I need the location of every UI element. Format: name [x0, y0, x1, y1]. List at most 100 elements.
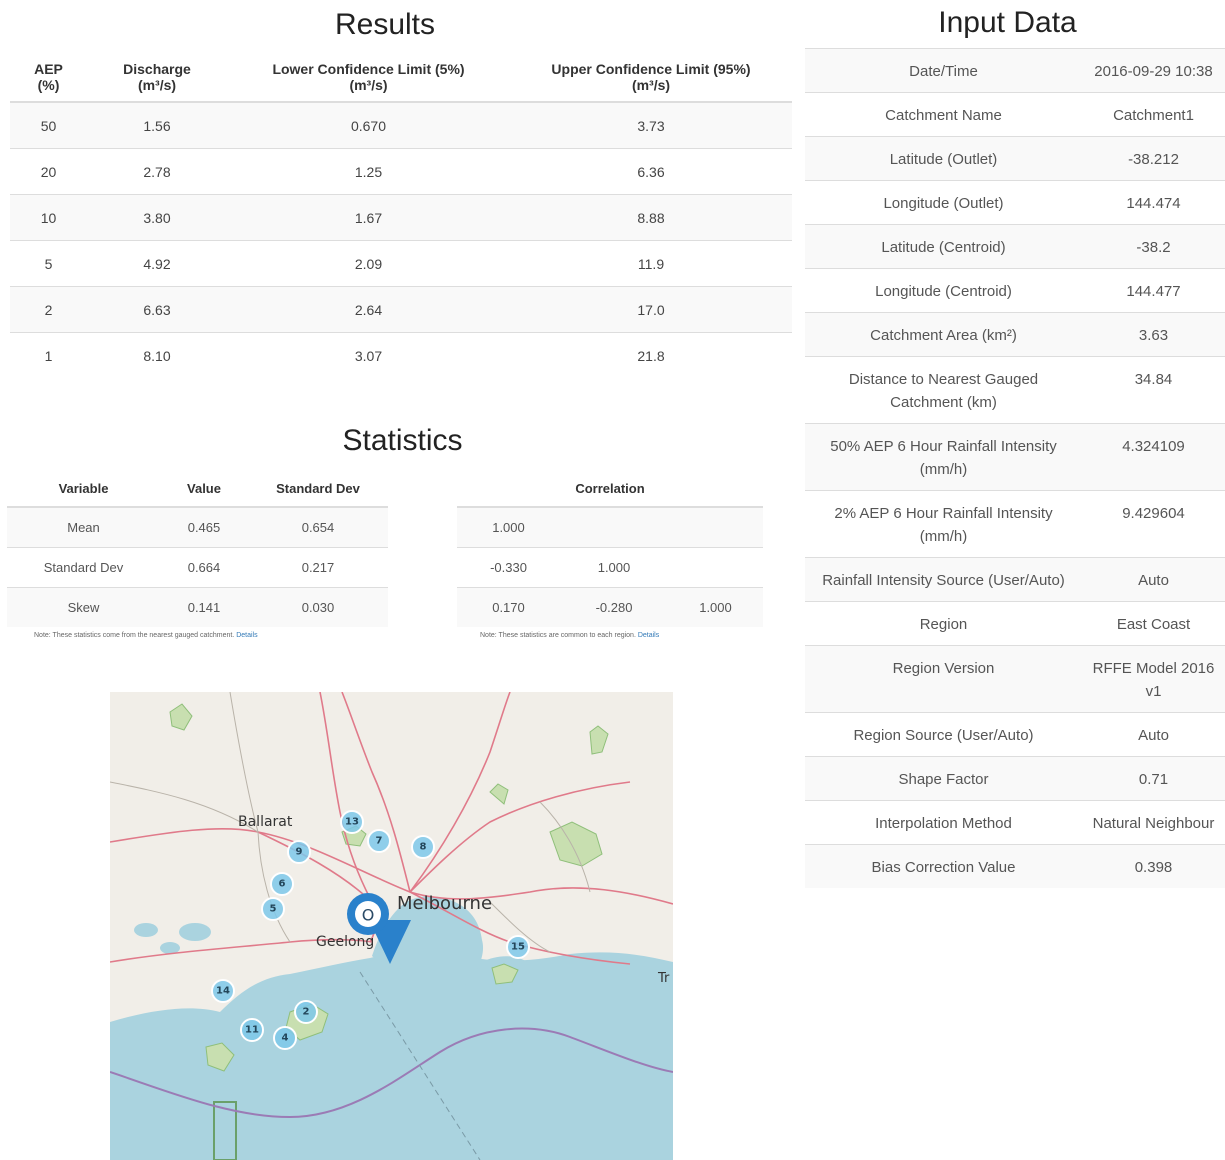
cell: 0.170 — [457, 587, 560, 627]
cell: 0.030 — [248, 587, 388, 627]
correlation-details-link[interactable]: Details — [638, 632, 659, 639]
gauge-marker[interactable]: 8 — [411, 835, 435, 859]
cell: 3.80 — [87, 194, 227, 241]
input-label: Region Version — [805, 645, 1082, 713]
svg-text:11: 11 — [245, 1025, 259, 1036]
gauge-marker[interactable]: 14 — [211, 979, 235, 1003]
input-value: RFFE Model 2016 v1 — [1082, 645, 1225, 713]
gauge-marker[interactable]: 4 — [273, 1026, 297, 1050]
cell: 3.07 — [227, 332, 510, 378]
table-row: Longitude (Centroid) 144.477 — [805, 268, 1225, 313]
catchment-map[interactable]: Ballarat Melbourne Geelong Tr 13 7 9 8 6… — [110, 692, 673, 1160]
cell: -0.330 — [457, 547, 560, 588]
cell: 2.09 — [227, 240, 510, 287]
table-row: Catchment Area (km²) 3.63 — [805, 312, 1225, 357]
table-row: Catchment Name Catchment1 — [805, 92, 1225, 137]
cell: 1.000 — [668, 587, 763, 627]
statistics-header-row: Variable Value Standard Dev — [7, 470, 388, 508]
gauge-marker[interactable]: 2 — [294, 1000, 318, 1024]
gauge-marker[interactable]: 11 — [240, 1018, 264, 1042]
table-row: Latitude (Centroid) -38.2 — [805, 224, 1225, 269]
statistics-details-link[interactable]: Details — [236, 632, 257, 639]
table-row: 10 3.80 1.67 8.88 — [10, 194, 792, 241]
cell: 2.64 — [227, 286, 510, 333]
input-label: Catchment Name — [805, 92, 1082, 137]
gauge-marker[interactable]: 7 — [367, 829, 391, 853]
input-value: 0.398 — [1082, 844, 1225, 888]
table-row: Rainfall Intensity Source (User/Auto) Aut… — [805, 557, 1225, 602]
input-value: Auto — [1082, 557, 1225, 602]
cell: 1.67 — [227, 194, 510, 241]
cell: 8.88 — [510, 194, 792, 241]
cell: 4.92 — [87, 240, 227, 287]
table-row: Region Version RFFE Model 2016 v1 — [805, 645, 1225, 713]
svg-text:O: O — [362, 906, 375, 925]
table-row: Region Source (User/Auto) Auto — [805, 712, 1225, 757]
statistics-table: Variable Value Standard Dev Mean 0.465 0.6… — [7, 470, 388, 627]
cell — [668, 547, 763, 588]
input-label: Longitude (Outlet) — [805, 180, 1082, 225]
table-row: 50 1.56 0.670 3.73 — [10, 101, 792, 149]
table-row: Latitude (Outlet) -38.212 — [805, 136, 1225, 181]
input-label: Shape Factor — [805, 756, 1082, 801]
correlation-header-row: Correlation — [457, 470, 763, 508]
table-row: 1 8.10 3.07 21.8 — [10, 332, 792, 378]
table-row: Interpolation Method Natural Neighbour — [805, 800, 1225, 845]
input-label: Catchment Area (km²) — [805, 312, 1082, 357]
gauge-marker[interactable]: 13 — [340, 810, 364, 834]
cell: 0.217 — [248, 547, 388, 588]
input-label: Latitude (Centroid) — [805, 224, 1082, 269]
cell — [668, 506, 763, 548]
table-row: Longitude (Outlet) 144.474 — [805, 180, 1225, 225]
input-label: Region Source (User/Auto) — [805, 712, 1082, 757]
statistics-title: Statistics — [342, 424, 463, 457]
table-row: -0.330 1.000 — [457, 547, 763, 588]
cell: 17.0 — [510, 286, 792, 333]
place-ballarat: Ballarat — [238, 814, 293, 830]
table-row: Region East Coast — [805, 601, 1225, 646]
lake — [134, 923, 158, 937]
cell: 2.78 — [87, 148, 227, 195]
cell: 1.25 — [227, 148, 510, 195]
cell: Standard Dev — [7, 547, 160, 588]
col-aep: AEP (%) — [10, 55, 87, 103]
map-canvas[interactable]: Ballarat Melbourne Geelong Tr 13 7 9 8 6… — [110, 692, 673, 1160]
col-value: Value — [160, 470, 248, 508]
input-value: -38.212 — [1082, 136, 1225, 181]
place-melbourne: Melbourne — [397, 893, 492, 914]
cell: 2 — [10, 286, 87, 333]
svg-text:8: 8 — [420, 842, 427, 853]
input-label: Date/Time — [805, 48, 1082, 93]
cell: 3.73 — [510, 101, 792, 149]
results-header-row: AEP (%) Discharge (m³/s) Lower Confidence … — [10, 55, 792, 103]
lake — [179, 923, 211, 941]
statistics-note: Note: These statistics come from the nea… — [34, 632, 258, 639]
table-row: Date/Time 2016-09-29 10:38 — [805, 48, 1225, 93]
col-upper-limit: Upper Confidence Limit (95%) (m³/s) — [510, 55, 792, 103]
col-correlation: Correlation — [457, 470, 763, 508]
col-discharge: Discharge (m³/s) — [87, 55, 227, 103]
input-value: 34.84 — [1082, 356, 1225, 424]
cell: 21.8 — [510, 332, 792, 378]
cell: 0.664 — [160, 547, 248, 588]
input-label: Rainfall Intensity Source (User/Auto) — [805, 557, 1082, 602]
gauge-marker[interactable]: 15 — [506, 935, 530, 959]
cell: 6.63 — [87, 286, 227, 333]
input-value: 9.429604 — [1082, 490, 1225, 558]
svg-text:6: 6 — [279, 879, 286, 890]
input-value: 144.477 — [1082, 268, 1225, 313]
gauge-marker[interactable]: 5 — [261, 897, 285, 921]
table-row: 50% AEP 6 Hour Rainfall Intensity (mm/h)… — [805, 423, 1225, 491]
col-variable: Variable — [7, 470, 160, 508]
correlation-note: Note: These statistics are common to eac… — [480, 632, 660, 639]
gauge-marker[interactable]: 9 — [287, 840, 311, 864]
gauge-marker[interactable]: 6 — [270, 872, 294, 896]
input-value: East Coast — [1082, 601, 1225, 646]
place-edge: Tr — [657, 971, 670, 986]
results-table: AEP (%) Discharge (m³/s) Lower Confidence … — [10, 55, 792, 378]
input-value: 3.63 — [1082, 312, 1225, 357]
lake — [160, 942, 180, 954]
input-label: Interpolation Method — [805, 800, 1082, 845]
cell: Mean — [7, 506, 160, 548]
cell: 50 — [10, 101, 87, 149]
